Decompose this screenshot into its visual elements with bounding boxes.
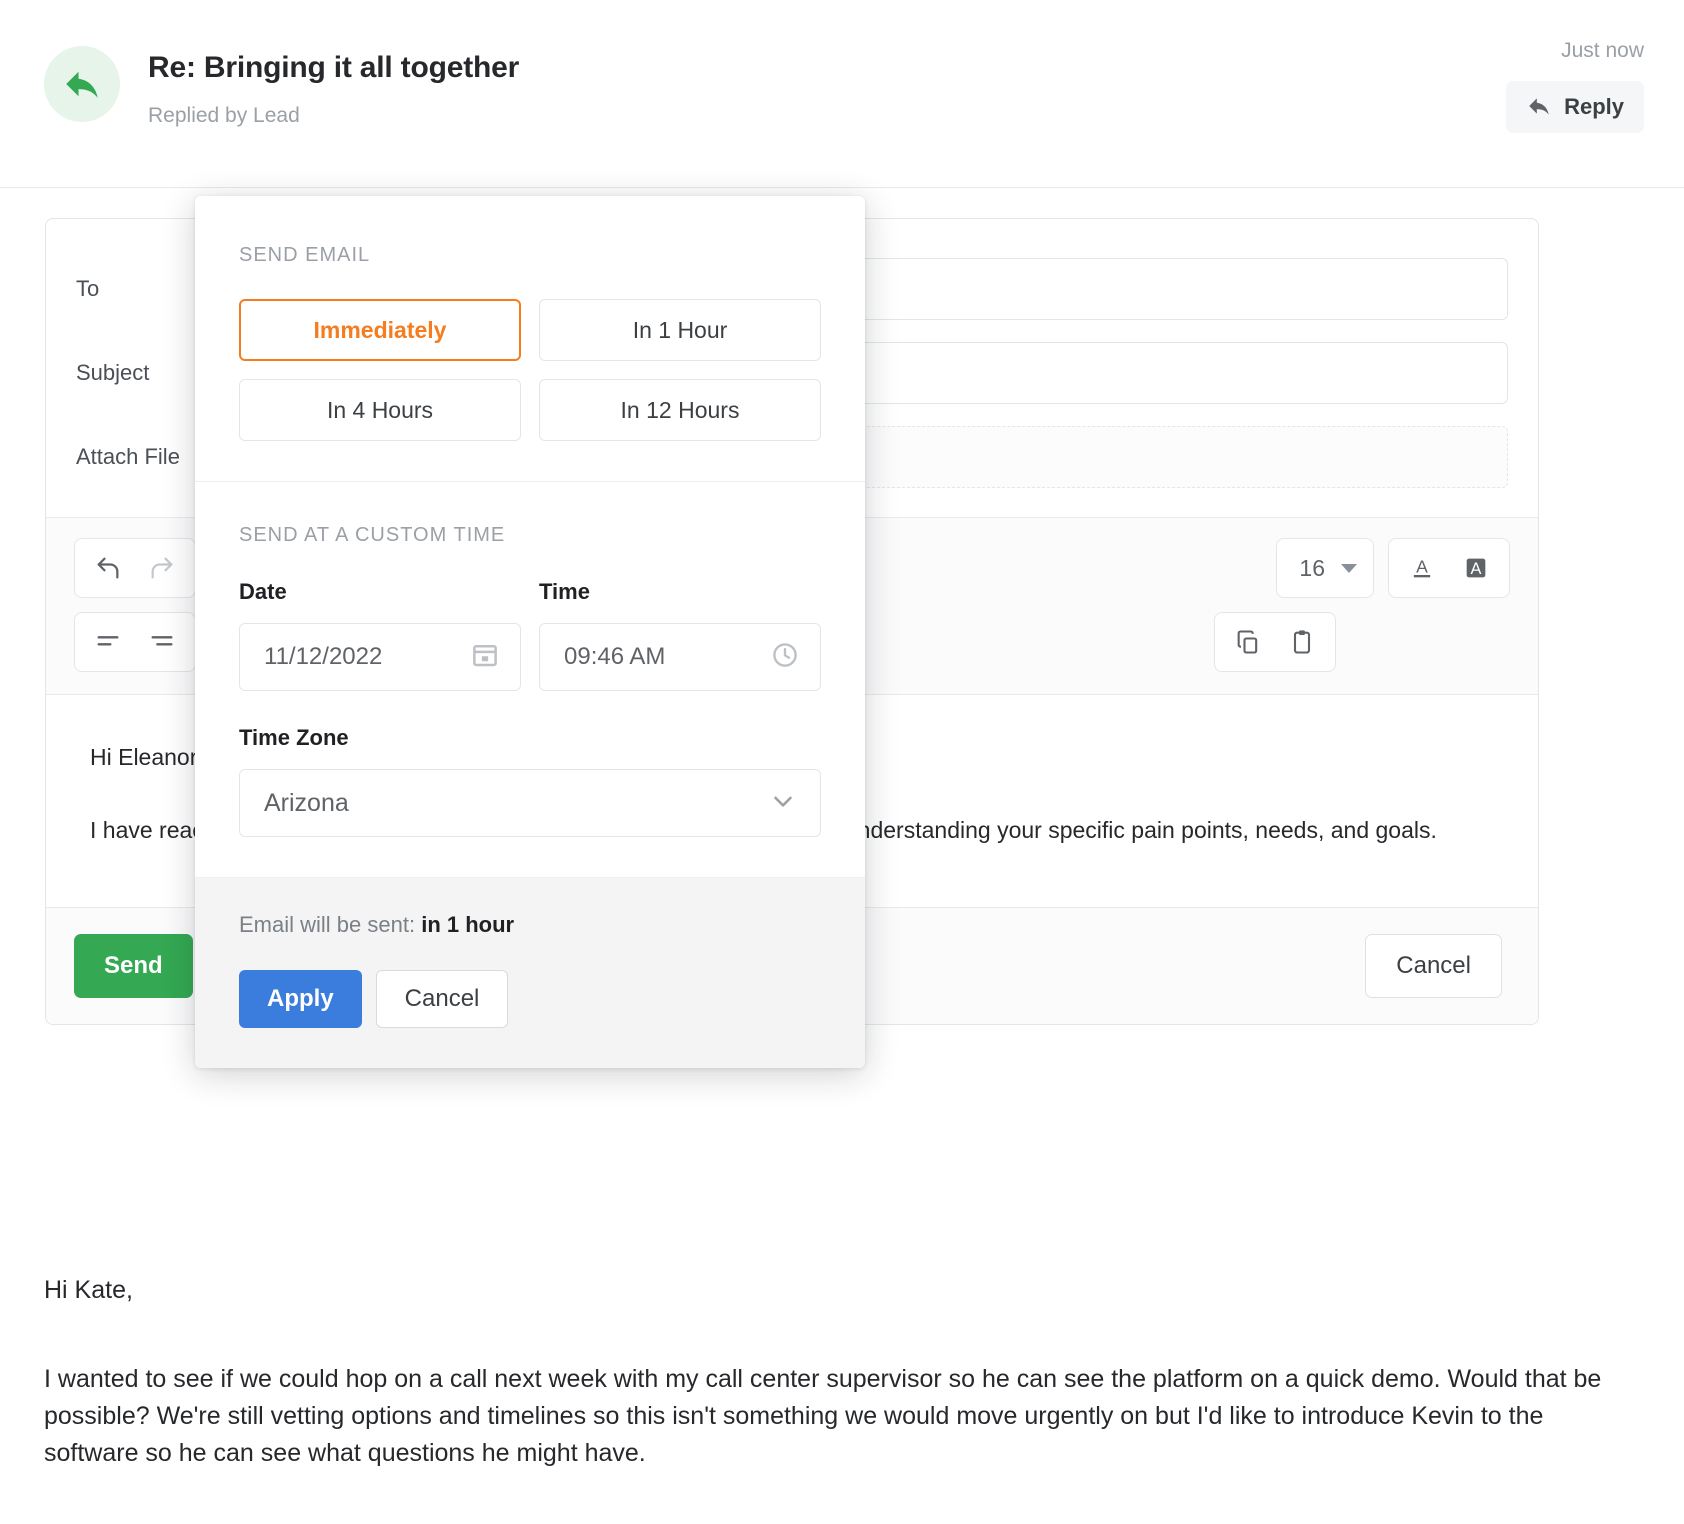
calendar-icon[interactable] (470, 640, 500, 675)
send-summary-value: in 1 hour (421, 912, 515, 937)
popover-footer: Email will be sent: in 1 hour Apply Canc… (195, 877, 865, 1068)
chevron-down-icon (768, 786, 798, 821)
reply-arrow-icon (44, 46, 120, 122)
timezone-value: Arizona (264, 788, 349, 817)
send-summary-prefix: Email will be sent: (239, 912, 416, 937)
time-label: Time (539, 579, 590, 604)
paste-clipboard-icon[interactable] (1275, 618, 1329, 666)
undo-icon[interactable] (81, 544, 135, 592)
compose-cancel-button[interactable]: Cancel (1365, 933, 1502, 998)
text-color-icon[interactable]: A (1395, 544, 1449, 592)
timezone-label: Time Zone (239, 725, 349, 750)
reply-arrow-icon (1526, 93, 1552, 122)
send-button[interactable]: Send (74, 933, 193, 998)
date-field-group: Date 11/12/2022 (239, 579, 521, 691)
quick-option-immediately[interactable]: Immediately (239, 299, 521, 361)
quoted-greeting: Hi Kate, (44, 1276, 133, 1304)
send-summary: Email will be sent: in 1 hour (239, 912, 821, 938)
date-time-row: Date 11/12/2022 Time 09:46 AM (239, 579, 821, 691)
quick-option-in-4-hours[interactable]: In 4 Hours (239, 379, 521, 441)
time-value: 09:46 AM (564, 643, 666, 670)
quick-option-in-12-hours[interactable]: In 12 Hours (539, 379, 821, 441)
page-title: Re: Bringing it all together (148, 51, 520, 84)
clipboard-tool-group (1214, 612, 1336, 672)
header-text-block: Re: Bringing it all together Replied by … (148, 46, 519, 128)
quick-schedule-options: Immediately In 1 Hour In 4 Hours In 12 H… (239, 299, 821, 441)
apply-button[interactable]: Apply (239, 970, 362, 1028)
svg-text:A: A (1471, 560, 1482, 578)
redo-icon[interactable] (135, 544, 189, 592)
schedule-send-popover: SEND EMAIL Immediately In 1 Hour In 4 Ho… (195, 196, 865, 1068)
history-tool-group (74, 538, 196, 598)
copy-icon[interactable] (1221, 618, 1275, 666)
reply-button[interactable]: Reply (1506, 81, 1644, 133)
send-email-heading: SEND EMAIL (239, 244, 371, 266)
chevron-down-icon (1341, 563, 1357, 573)
custom-time-heading: SEND AT A CUSTOM TIME (239, 524, 506, 546)
header-left: Re: Bringing it all together Replied by … (44, 0, 519, 128)
timezone-field-group: Time Zone Arizona (239, 725, 821, 837)
date-label: Date (239, 579, 287, 604)
text-style-tool-group: A A (1388, 538, 1510, 598)
text-highlight-icon[interactable]: A (1449, 544, 1503, 592)
time-field-group: Time 09:46 AM (539, 579, 821, 691)
custom-time-section: SEND AT A CUSTOM TIME Date 11/12/2022 Ti… (195, 481, 865, 877)
date-input[interactable]: 11/12/2022 (239, 623, 521, 691)
send-email-section: SEND EMAIL Immediately In 1 Hour In 4 Ho… (195, 196, 865, 481)
time-input[interactable]: 09:46 AM (539, 623, 821, 691)
font-size-select[interactable]: 16 (1276, 538, 1374, 598)
svg-text:A: A (1416, 557, 1428, 577)
font-size-value: 16 (1299, 554, 1325, 581)
timezone-select[interactable]: Arizona (239, 769, 821, 837)
reply-button-label: Reply (1564, 94, 1624, 119)
email-reply-screen: Re: Bringing it all together Replied by … (0, 0, 1684, 1524)
thread-header: Re: Bringing it all together Replied by … (0, 0, 1684, 188)
align-left-icon[interactable] (81, 618, 135, 666)
popover-cancel-button[interactable]: Cancel (375, 970, 509, 1028)
quoted-message: Hi Kate, I wanted to see if we could hop… (44, 1272, 1644, 1472)
header-right: Just now Reply (1506, 40, 1644, 133)
quick-option-in-1-hour[interactable]: In 1 Hour (539, 299, 821, 361)
align-center-icon[interactable] (135, 618, 189, 666)
quoted-paragraph: I wanted to see if we could hop on a cal… (44, 1365, 1602, 1467)
alignment-tool-group (74, 612, 196, 672)
clock-icon[interactable] (770, 640, 800, 675)
popover-actions: Apply Cancel (239, 970, 821, 1028)
thread-subtitle: Replied by Lead (148, 104, 300, 127)
timestamp: Just now (1561, 39, 1644, 62)
date-value: 11/12/2022 (264, 643, 383, 670)
